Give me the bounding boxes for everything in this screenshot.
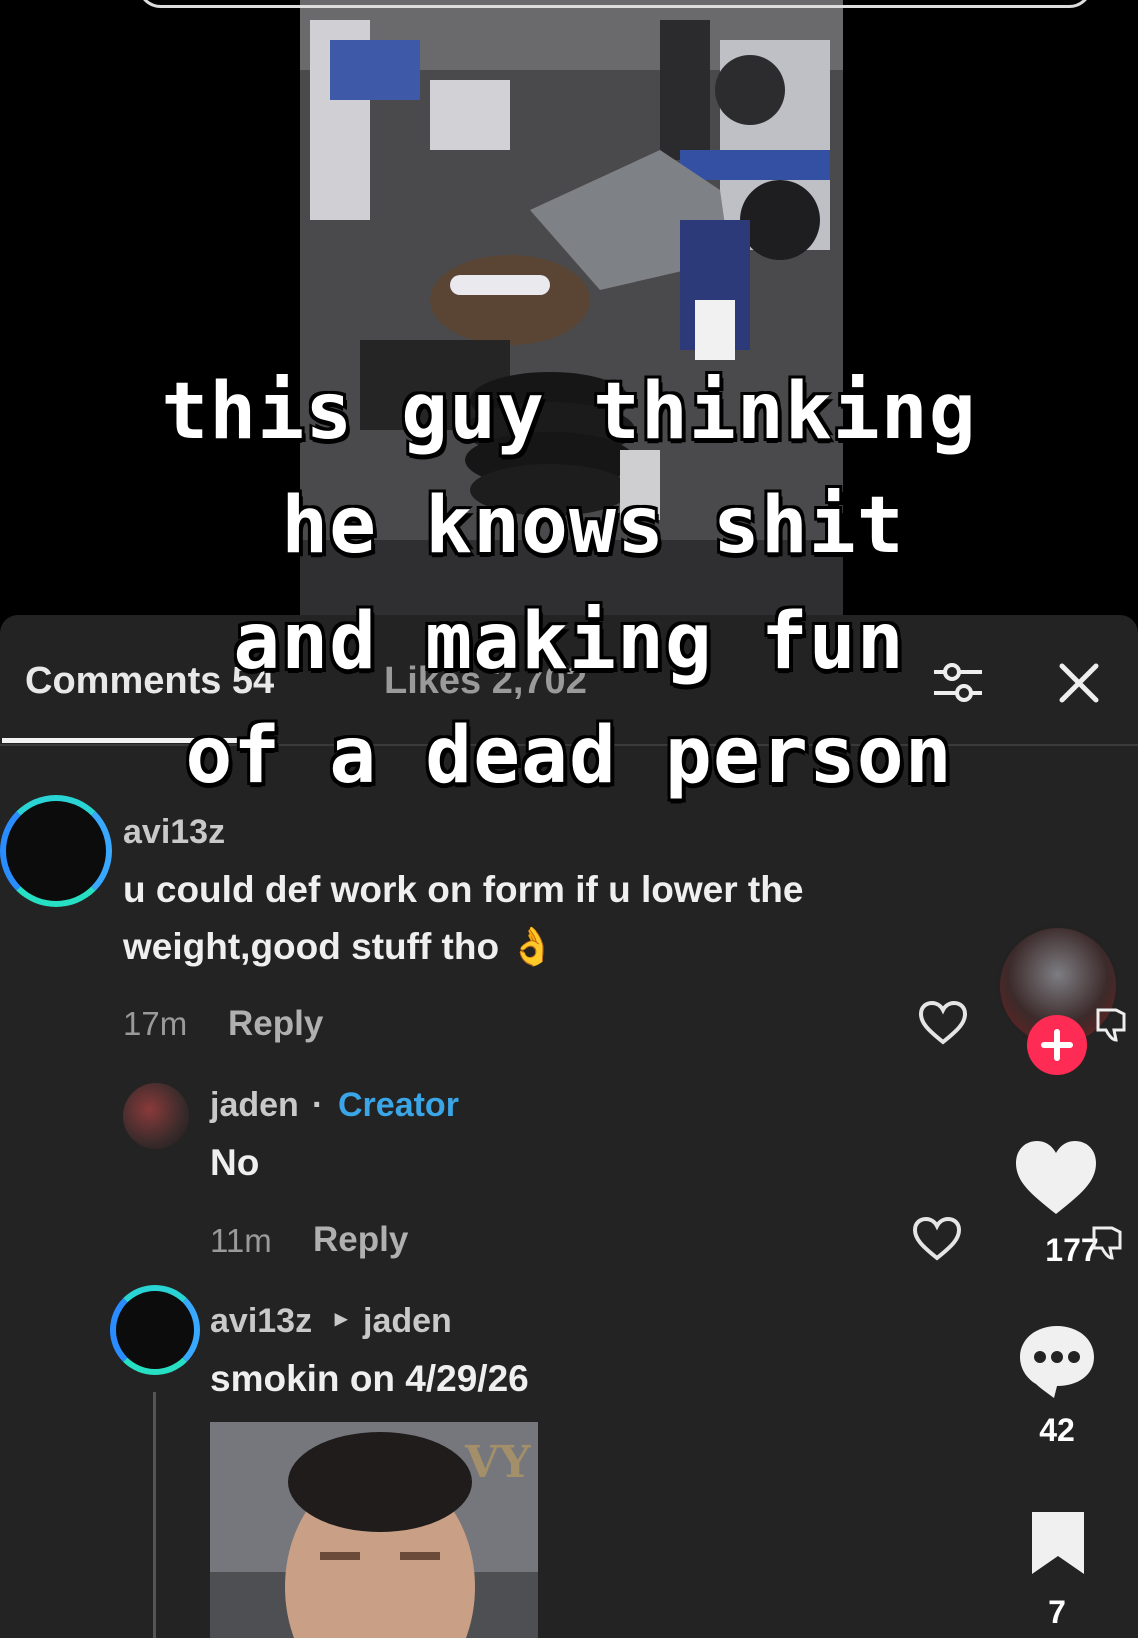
caption-line-1: this guy thinking: [161, 367, 977, 457]
creator-badge: Creator: [338, 1086, 459, 1124]
bookmark-icon[interactable]: [1028, 1508, 1088, 1578]
thread-line: [153, 1392, 156, 1638]
dislike-icon[interactable]: [1088, 1222, 1128, 1262]
caption-line-4: of a dead person: [185, 711, 953, 801]
comment-text: No: [210, 1142, 260, 1183]
caption-line-3: and making fun: [233, 597, 905, 687]
comment-username[interactable]: avi13z: [210, 1302, 312, 1341]
avatar[interactable]: [110, 1285, 200, 1375]
reply-button[interactable]: Reply: [228, 1004, 323, 1044]
comment-attached-image[interactable]: VY: [210, 1422, 538, 1638]
save-count: 7: [1048, 1594, 1066, 1630]
svg-text:VY: VY: [464, 1437, 531, 1488]
comment-time: 11m: [210, 1222, 272, 1259]
plus-icon: [1041, 1029, 1073, 1061]
heart-outline-icon[interactable]: [918, 1000, 968, 1046]
dislike-icon[interactable]: [1092, 1004, 1132, 1044]
comment-username[interactable]: jaden: [210, 1086, 299, 1125]
comment-bubble-icon[interactable]: [1016, 1322, 1098, 1400]
comment-count: 42: [1039, 1412, 1075, 1448]
comment-text: smokin on 4/29/26: [210, 1358, 529, 1399]
comment-username[interactable]: avi13z: [123, 813, 225, 852]
avatar[interactable]: [0, 795, 112, 907]
caption-line-2: he knows shit: [233, 481, 905, 571]
follow-button[interactable]: [1027, 1015, 1087, 1075]
comment-text: u could def work on form if u lower the: [123, 869, 804, 910]
top-search-bar-outline: [137, 0, 1093, 8]
separator-dot: ·: [312, 1086, 324, 1124]
heart-icon[interactable]: [1013, 1138, 1099, 1218]
reply-button[interactable]: Reply: [313, 1220, 408, 1260]
reply-arrow-icon: ▸: [335, 1305, 348, 1332]
avatar[interactable]: [123, 1083, 189, 1149]
reply-to-username[interactable]: jaden: [363, 1302, 452, 1341]
comment-time: 17m: [123, 1005, 188, 1042]
heart-outline-icon[interactable]: [912, 1216, 962, 1262]
comment-text: weight,good stuff tho 👌: [123, 926, 556, 967]
